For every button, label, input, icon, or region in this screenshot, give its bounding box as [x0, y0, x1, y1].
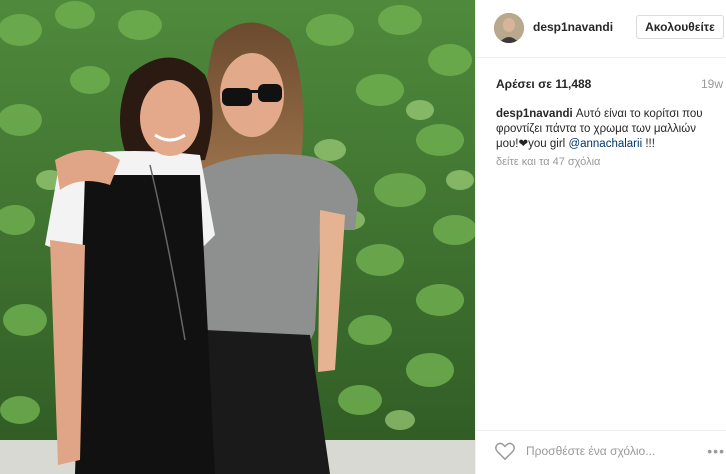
caption-username[interactable]: desp1navandi — [496, 108, 573, 120]
comment-input[interactable] — [526, 441, 706, 461]
post-header: desp1navandi Ακολουθείτε — [476, 0, 726, 58]
heart-outline-icon[interactable] — [494, 441, 516, 461]
post-side-panel: desp1navandi Ακολουθείτε Αρέσει σε 11,48… — [475, 0, 726, 474]
following-button[interactable]: Ακολουθείτε — [636, 15, 724, 39]
view-all-comments-link[interactable]: δείτε και τα 47 σχόλια — [496, 156, 600, 168]
username-link[interactable]: desp1navandi — [533, 20, 613, 34]
comment-bar: ••• — [476, 430, 726, 474]
black-heart-emoji: ❤ — [518, 138, 529, 150]
post-photo[interactable] — [0, 0, 475, 474]
caption-mention[interactable]: @annachalarii — [568, 138, 642, 150]
caption-end: !!! — [642, 138, 655, 150]
likes-count[interactable]: Αρέσει σε 11,488 — [496, 77, 591, 91]
more-options-icon[interactable]: ••• — [707, 443, 725, 459]
post-image — [0, 0, 475, 474]
caption-text-2: you girl — [528, 138, 569, 150]
post-time[interactable]: 19w — [701, 77, 723, 91]
post-caption: desp1navandi Αυτό είναι το κορίτσι που φ… — [496, 107, 716, 152]
avatar[interactable] — [494, 13, 524, 43]
